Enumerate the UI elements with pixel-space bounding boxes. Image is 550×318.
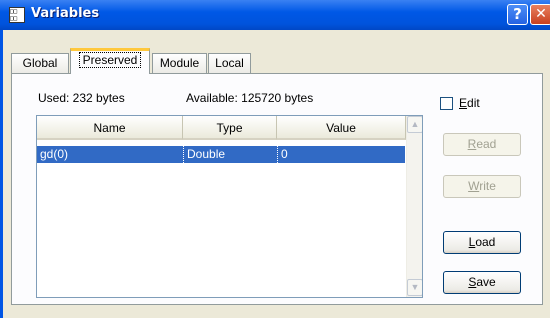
table-row[interactable]: gd(0) Double 0 <box>37 146 405 163</box>
tab-label: Module <box>159 56 200 70</box>
tab-label: Preserved <box>78 52 142 68</box>
available-bytes-text: Available: 125720 bytes <box>186 91 314 105</box>
edit-checkbox[interactable] <box>440 97 453 110</box>
write-button[interactable]: Write <box>443 175 521 198</box>
variables-app-icon: □□ □□ <box>9 7 25 23</box>
cell-name: gd(0) <box>40 147 69 161</box>
column-header-value[interactable]: Value <box>277 116 406 140</box>
title-bar[interactable]: □□ □□ Variables ? ✕ <box>0 0 550 30</box>
cell-type: Double <box>183 146 277 163</box>
tab-label: Global <box>22 56 58 70</box>
tab-label: Local <box>215 56 244 70</box>
save-button[interactable]: Save <box>443 271 521 294</box>
tab-local[interactable]: Local <box>208 53 251 73</box>
variables-table[interactable]: Name Type Value gd(0) Double 0 ▲ ▼ <box>36 115 423 298</box>
edit-label[interactable]: Edit <box>459 96 480 110</box>
close-button[interactable]: ✕ <box>530 4 550 25</box>
used-bytes-text: Used: 232 bytes <box>38 91 125 105</box>
vertical-scrollbar[interactable]: ▲ ▼ <box>406 116 422 297</box>
column-header-name[interactable]: Name <box>37 116 183 140</box>
read-button[interactable]: Read <box>443 133 521 156</box>
scroll-up-icon[interactable]: ▲ <box>407 116 422 133</box>
help-button[interactable]: ? <box>507 4 528 25</box>
scroll-down-icon[interactable]: ▼ <box>407 279 422 296</box>
load-button[interactable]: Load <box>443 231 521 254</box>
tab-preserved[interactable]: Preserved <box>70 48 150 74</box>
tab-global[interactable]: Global <box>11 53 69 73</box>
column-header-type[interactable]: Type <box>183 116 277 140</box>
window-title: Variables <box>31 6 100 21</box>
tab-module[interactable]: Module <box>152 53 207 73</box>
window-frame-left <box>0 30 3 318</box>
cell-value: 0 <box>277 146 405 163</box>
